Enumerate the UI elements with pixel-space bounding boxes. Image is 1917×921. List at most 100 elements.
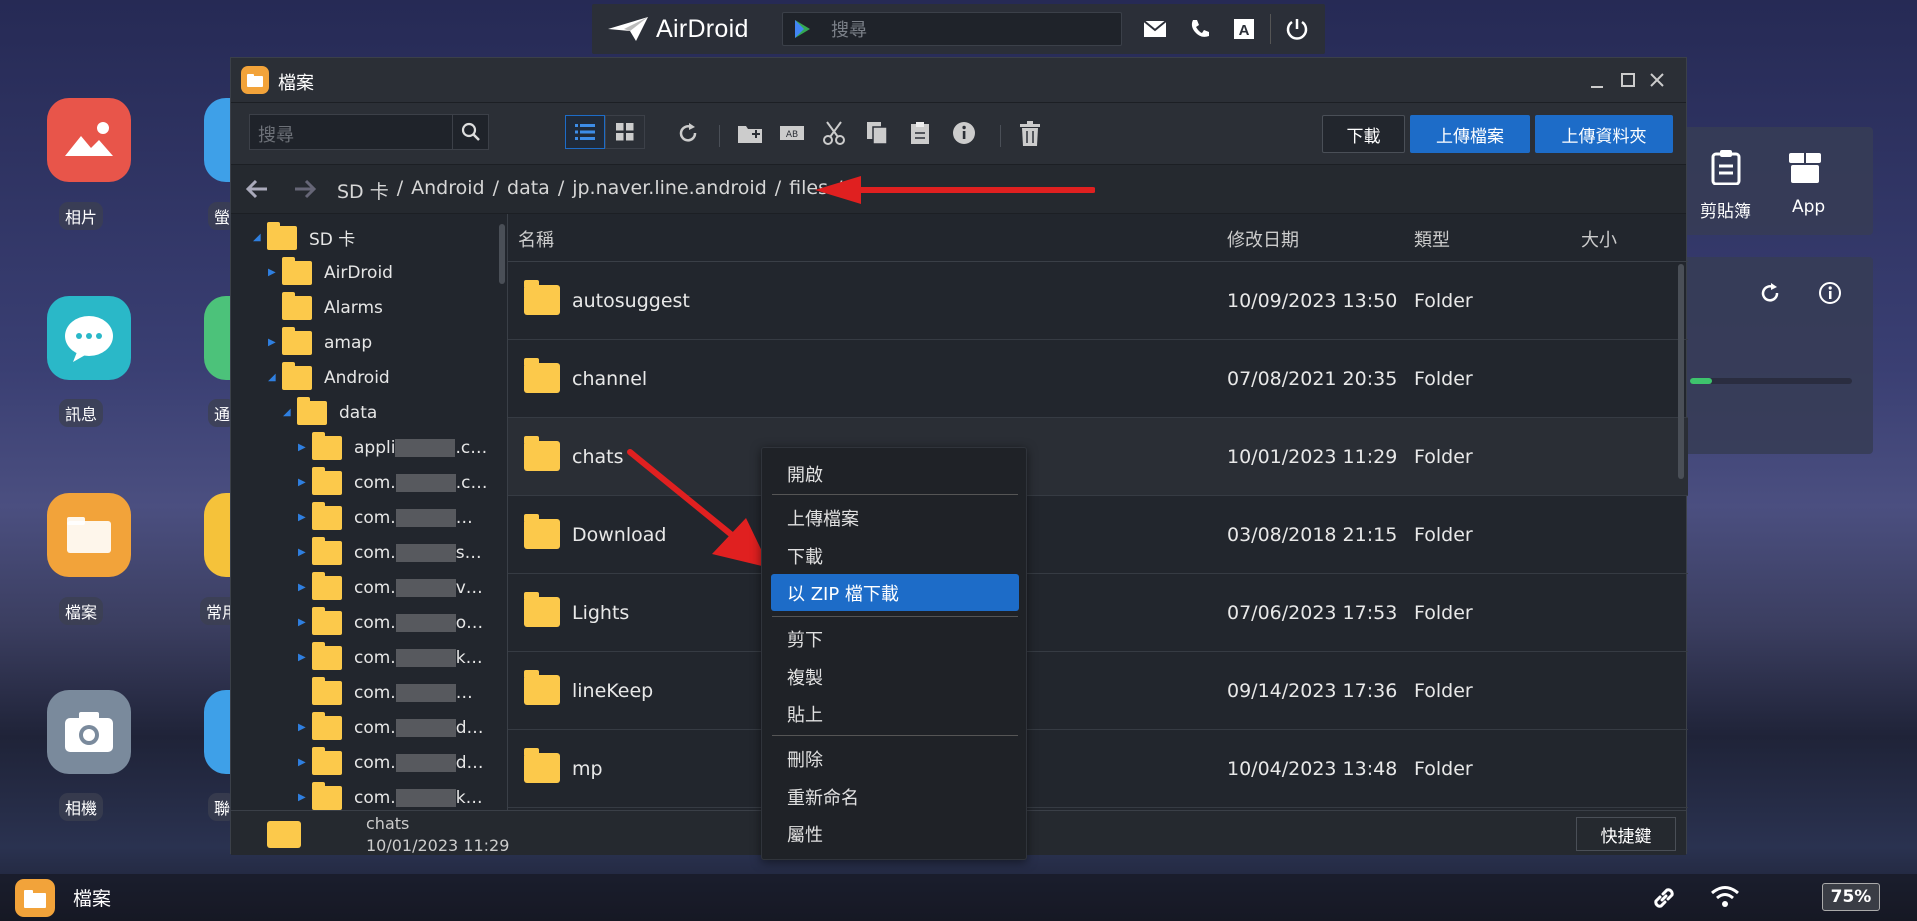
text-icon[interactable]: A (1222, 18, 1266, 40)
menu-item-rename[interactable]: 重新命名 (787, 784, 859, 810)
column-name[interactable]: 名稱 (518, 226, 554, 252)
tree-item-child[interactable]: ▶ com. d… (298, 710, 484, 745)
expanded-arrow-icon[interactable]: ◢ (283, 407, 297, 418)
minimize-icon[interactable] (1589, 70, 1605, 90)
expanded-arrow-icon[interactable]: ◢ (253, 232, 267, 243)
upload-folder-button[interactable]: 上傳資料夾 (1535, 115, 1673, 153)
collapsed-arrow-icon[interactable]: ▶ (298, 652, 312, 663)
file-row[interactable]: Lights 07/06/2023 17:53 Folder (508, 574, 1688, 652)
mail-icon[interactable] (1134, 19, 1178, 39)
app-box-icon[interactable] (1787, 149, 1823, 185)
phone-icon[interactable] (1178, 18, 1222, 40)
breadcrumb-android[interactable]: Android (411, 177, 484, 204)
menu-item-properties[interactable]: 屬性 (787, 821, 823, 847)
info-properties-icon[interactable] (952, 121, 976, 145)
cut-icon[interactable] (823, 121, 845, 145)
tree-item-airdroid[interactable]: ▶ AirDroid (268, 255, 393, 290)
tree-item-child[interactable]: ▶ com. v… (298, 570, 483, 605)
file-search-input[interactable]: 搜尋 (249, 114, 489, 150)
collapsed-arrow-icon[interactable]: ▶ (298, 477, 312, 488)
collapsed-arrow-icon[interactable]: ▶ (298, 582, 312, 593)
menu-item-download[interactable]: 下載 (787, 543, 823, 569)
clipboard-icon[interactable] (1708, 149, 1744, 185)
taskbar-app-label[interactable]: 檔案 (73, 884, 111, 911)
breadcrumb-sd-card[interactable]: SD 卡 (337, 177, 389, 204)
taskbar-files-icon[interactable] (15, 879, 55, 917)
list-view-icon[interactable] (565, 115, 605, 149)
forward-arrow-icon[interactable] (293, 178, 317, 200)
back-arrow-icon[interactable] (245, 178, 269, 200)
file-row[interactable]: mp 10/04/2023 13:48 Folder (508, 730, 1688, 808)
tree-item-child[interactable]: ▶ com. .c… (298, 465, 487, 500)
paste-icon[interactable] (909, 121, 931, 145)
file-row[interactable]: lineKeep 09/14/2023 17:36 Folder (508, 652, 1688, 730)
column-size[interactable]: 大小 (1581, 226, 1617, 252)
menu-item-open[interactable]: 開啟 (787, 461, 823, 487)
messages-app-icon[interactable] (47, 296, 131, 380)
expanded-arrow-icon[interactable]: ◢ (268, 372, 282, 383)
maximize-icon[interactable] (1620, 70, 1636, 90)
tree-item-data[interactable]: ◢ data (283, 395, 377, 430)
collapsed-arrow-icon[interactable]: ▶ (298, 617, 312, 628)
tree-item-child[interactable]: ▶ com. o… (298, 605, 483, 640)
copy-icon[interactable] (866, 121, 888, 145)
tree-item-child[interactable]: ▶ com.… (298, 500, 473, 535)
tree-item-sd-card[interactable]: ◢ SD 卡 (253, 220, 355, 255)
tree-item-child[interactable]: ▶ com. d… (298, 745, 484, 780)
collapsed-arrow-icon[interactable]: ▶ (298, 757, 312, 768)
upload-file-button[interactable]: 上傳檔案 (1410, 115, 1530, 153)
tree-item-child[interactable]: ▶ appli .c… (298, 430, 487, 465)
link-icon[interactable] (1650, 884, 1678, 912)
tree-item-child[interactable]: ▶ com. k… (298, 780, 483, 810)
messages-app-label: 訊息 (59, 399, 104, 427)
collapsed-arrow-icon[interactable]: ▶ (268, 267, 282, 278)
power-icon[interactable] (1275, 17, 1319, 41)
breadcrumb-line-android[interactable]: jp.naver.line.android (572, 177, 767, 204)
tree-item-child[interactable]: com.… (298, 675, 473, 710)
tree-item-android[interactable]: ◢ Android (268, 360, 390, 395)
menu-item-delete[interactable]: 刪除 (787, 746, 823, 772)
grid-view-icon[interactable] (605, 115, 645, 149)
collapsed-arrow-icon[interactable]: ▶ (298, 722, 312, 733)
file-row[interactable]: autosuggest 10/09/2023 13:50 Folder (508, 262, 1688, 340)
column-type[interactable]: 類型 (1414, 226, 1450, 252)
photos-app-label: 相片 (59, 202, 104, 230)
info-icon[interactable] (1818, 281, 1842, 305)
collapsed-arrow-icon[interactable]: ▶ (298, 512, 312, 523)
files-app-icon[interactable] (47, 493, 131, 577)
collapsed-arrow-icon[interactable]: ▶ (298, 442, 312, 453)
file-row[interactable]: channel 07/08/2021 20:35 Folder (508, 340, 1688, 418)
refresh-list-icon[interactable] (676, 121, 700, 145)
delete-icon[interactable] (1019, 121, 1041, 147)
tree-item-child[interactable]: ▶ com. k… (298, 640, 483, 675)
search-icon[interactable] (452, 115, 488, 149)
menu-item-copy[interactable]: 複製 (787, 664, 823, 690)
download-button[interactable]: 下載 (1322, 115, 1405, 153)
collapsed-arrow-icon[interactable]: ▶ (298, 792, 312, 803)
photos-app-icon[interactable] (47, 98, 131, 182)
selected-name: chats (366, 814, 410, 833)
tree-item-alarms[interactable]: Alarms (268, 290, 383, 325)
collapsed-arrow-icon[interactable]: ▶ (268, 337, 282, 348)
breadcrumb-data[interactable]: data (507, 177, 550, 204)
column-date[interactable]: 修改日期 (1227, 226, 1299, 252)
menu-item-paste[interactable]: 貼上 (787, 701, 823, 727)
tree-item-amap[interactable]: ▶ amap (268, 325, 372, 360)
rename-icon[interactable]: AB (779, 121, 805, 145)
new-folder-icon[interactable] (737, 121, 763, 145)
close-icon[interactable] (1649, 70, 1665, 90)
menu-item-upload[interactable]: 上傳檔案 (787, 505, 859, 531)
window-titlebar[interactable]: 檔案 (231, 58, 1686, 102)
tree-item-child[interactable]: ▶ com. s… (298, 535, 482, 570)
collapsed-arrow-icon[interactable]: ▶ (298, 547, 312, 558)
list-scrollbar[interactable] (1678, 264, 1684, 479)
menu-item-zip-download[interactable]: 以 ZIP 檔下載 (787, 580, 899, 606)
refresh-icon[interactable] (1758, 281, 1782, 305)
shortcut-button[interactable]: 快捷鍵 (1576, 817, 1676, 851)
topbar-search-input[interactable]: 搜尋 (782, 12, 1122, 46)
tree-scrollbar[interactable] (499, 224, 505, 284)
app-label[interactable]: App (1792, 197, 1825, 217)
clipboard-label[interactable]: 剪貼簿 (1700, 197, 1751, 222)
camera-app-icon[interactable] (47, 690, 131, 774)
menu-item-cut[interactable]: 剪下 (787, 626, 823, 652)
